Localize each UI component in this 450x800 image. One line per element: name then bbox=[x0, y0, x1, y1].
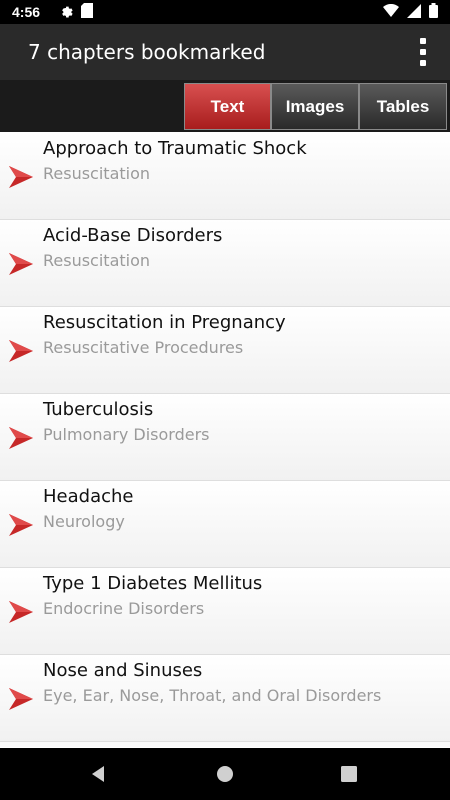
list-item-title: Acid-Base Disorders bbox=[43, 225, 223, 246]
menu-dot bbox=[420, 38, 426, 44]
list-item-section: Resuscitation bbox=[43, 251, 151, 270]
back-icon[interactable] bbox=[86, 762, 110, 786]
list-item-title: Headache bbox=[43, 486, 134, 507]
list-item-title: Approach to Traumatic Shock bbox=[43, 138, 307, 159]
sd-card-icon bbox=[81, 3, 94, 21]
list-item[interactable]: Acid-Base Disorders Resuscitation bbox=[0, 220, 450, 307]
list-item-title: Nose and Sinuses bbox=[43, 660, 203, 681]
settings-icon bbox=[58, 3, 73, 21]
red-arrow-icon bbox=[9, 166, 33, 188]
list-item-title: Type 1 Diabetes Mellitus bbox=[43, 573, 263, 594]
red-arrow-icon bbox=[9, 340, 33, 362]
red-arrow-icon bbox=[9, 688, 33, 710]
list-item[interactable]: Approach to Traumatic Shock Resuscitatio… bbox=[0, 133, 450, 220]
recents-icon[interactable] bbox=[337, 762, 361, 786]
status-bar-left: 4:56 bbox=[12, 3, 94, 21]
app-bar: 7 chapters bookmarked bbox=[0, 24, 450, 80]
page-title: 7 chapters bookmarked bbox=[28, 40, 266, 64]
overflow-menu-icon[interactable] bbox=[418, 38, 428, 66]
home-icon[interactable] bbox=[213, 762, 237, 786]
status-bar-right bbox=[383, 3, 438, 21]
tab-text[interactable]: Text bbox=[184, 83, 271, 130]
tab-bar: Text Images Tables bbox=[0, 80, 450, 132]
list-item-title: Resuscitation in Pregnancy bbox=[43, 312, 286, 333]
red-arrow-icon bbox=[9, 253, 33, 275]
list-item-section: Resuscitative Procedures bbox=[43, 338, 244, 357]
status-bar: 4:56 bbox=[0, 0, 450, 24]
list-item-title: Tuberculosis bbox=[43, 399, 154, 420]
list-item[interactable]: Tuberculosis Pulmonary Disorders bbox=[0, 394, 450, 481]
red-arrow-icon bbox=[9, 427, 33, 449]
bookmark-list: Approach to Traumatic Shock Resuscitatio… bbox=[0, 133, 450, 747]
navigation-bar bbox=[0, 748, 450, 800]
list-item-section: Neurology bbox=[43, 512, 125, 531]
signal-icon bbox=[407, 3, 421, 21]
list-item-section: Eye, Ear, Nose, Throat, and Oral Disorde… bbox=[43, 686, 382, 705]
menu-dot bbox=[420, 60, 426, 66]
wifi-icon bbox=[383, 3, 399, 20]
battery-icon bbox=[429, 3, 438, 21]
tab-images[interactable]: Images bbox=[271, 83, 359, 130]
list-item[interactable]: Type 1 Diabetes Mellitus Endocrine Disor… bbox=[0, 568, 450, 655]
red-arrow-icon bbox=[9, 514, 33, 536]
red-arrow-icon bbox=[9, 601, 33, 623]
list-item[interactable]: Headache Neurology bbox=[0, 481, 450, 568]
status-time: 4:56 bbox=[12, 4, 41, 20]
menu-dot bbox=[420, 49, 426, 55]
list-item[interactable]: Nose and Sinuses Eye, Ear, Nose, Throat,… bbox=[0, 655, 450, 742]
list-item-section: Pulmonary Disorders bbox=[43, 425, 210, 444]
list-item[interactable]: Resuscitation in Pregnancy Resuscitative… bbox=[0, 307, 450, 394]
list-item-section: Endocrine Disorders bbox=[43, 599, 205, 618]
list-item-section: Resuscitation bbox=[43, 164, 151, 183]
tab-tables[interactable]: Tables bbox=[359, 83, 447, 130]
